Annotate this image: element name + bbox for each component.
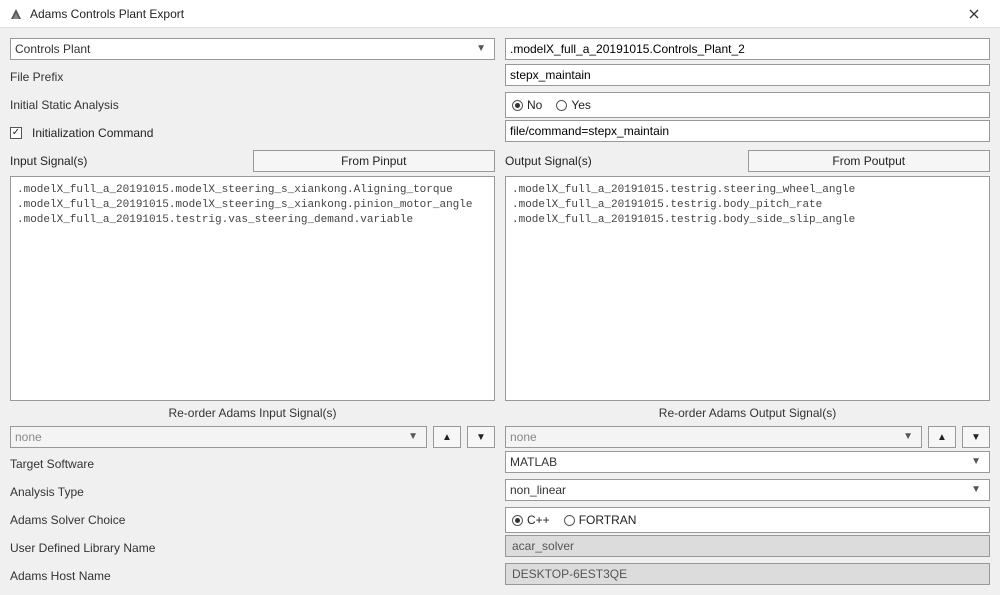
analysis-type-select[interactable]: non_linear ▼: [505, 479, 990, 501]
close-button[interactable]: [956, 2, 992, 26]
reorder-input-select[interactable]: none ▼: [10, 426, 427, 448]
target-software-label: Target Software: [10, 457, 190, 471]
reorder-output-label: Re-order Adams Output Signal(s): [505, 403, 990, 423]
list-item[interactable]: .modelX_full_a_20191015.modelX_steering_…: [17, 183, 488, 198]
list-item[interactable]: .modelX_full_a_20191015.modelX_steering_…: [17, 198, 488, 213]
window-title: Adams Controls Plant Export: [30, 7, 956, 21]
plant-path-input[interactable]: [510, 39, 985, 59]
list-item[interactable]: .modelX_full_a_20191015.testrig.body_sid…: [512, 213, 983, 228]
solver-cpp[interactable]: C++: [512, 513, 550, 527]
window: Adams Controls Plant Export Controls Pla…: [0, 0, 1000, 595]
radio-selected-icon: [512, 100, 523, 111]
radio-selected-icon: [512, 515, 523, 526]
solver-radio-group: C++ FORTRAN: [505, 507, 990, 533]
init-cmd-label: Initialization Command: [32, 126, 153, 140]
triangle-down-icon: ▼: [476, 432, 486, 443]
chevron-down-icon: ▼: [967, 452, 985, 472]
output-signals-label: Output Signal(s): [505, 154, 748, 168]
input-signals-list[interactable]: .modelX_full_a_20191015.modelX_steering_…: [10, 176, 495, 401]
reorder-output-down-button[interactable]: ▼: [962, 426, 990, 448]
chevron-down-icon: ▼: [967, 480, 985, 500]
user-lib-value: acar_solver: [505, 535, 990, 557]
radio-unselected-icon: [556, 100, 567, 111]
init-cmd-box: [505, 120, 990, 142]
input-signals-label: Input Signal(s): [10, 154, 253, 168]
list-item[interactable]: .modelX_full_a_20191015.testrig.body_pit…: [512, 198, 983, 213]
init-cmd-input[interactable]: [510, 121, 985, 141]
host-name-value: DESKTOP-6EST3QE: [505, 563, 990, 585]
list-item[interactable]: .modelX_full_a_20191015.testrig.vas_stee…: [17, 213, 488, 228]
solver-fortran[interactable]: FORTRAN: [564, 513, 637, 527]
from-pinput-button[interactable]: From Pinput: [253, 150, 496, 172]
file-prefix-label: File Prefix: [10, 70, 190, 84]
initial-static-no[interactable]: No: [512, 98, 542, 112]
titlebar: Adams Controls Plant Export: [0, 0, 1000, 28]
list-item[interactable]: .modelX_full_a_20191015.testrig.steering…: [512, 183, 983, 198]
initial-static-radio-group: No Yes: [505, 92, 990, 118]
triangle-up-icon: ▲: [937, 432, 947, 443]
reorder-output-select[interactable]: none ▼: [505, 426, 922, 448]
chevron-down-icon: ▼: [899, 427, 917, 447]
reorder-input-up-button[interactable]: ▲: [433, 426, 461, 448]
triangle-up-icon: ▲: [442, 432, 452, 443]
plant-path-box: [505, 38, 990, 60]
initial-static-label: Initial Static Analysis: [10, 98, 190, 112]
reorder-input-label: Re-order Adams Input Signal(s): [10, 403, 495, 423]
user-lib-label: User Defined Library Name: [10, 541, 190, 555]
analysis-type-label: Analysis Type: [10, 485, 190, 499]
app-icon: [8, 6, 24, 22]
chevron-down-icon: ▼: [472, 39, 490, 59]
from-poutput-button[interactable]: From Poutput: [748, 150, 991, 172]
reorder-output-up-button[interactable]: ▲: [928, 426, 956, 448]
export-type-value: Controls Plant: [15, 39, 90, 59]
radio-unselected-icon: [564, 515, 575, 526]
solver-choice-label: Adams Solver Choice: [10, 513, 190, 527]
export-type-select[interactable]: Controls Plant ▼: [10, 38, 495, 60]
reorder-input-down-button[interactable]: ▼: [467, 426, 495, 448]
file-prefix-box: [505, 64, 990, 86]
chevron-down-icon: ▼: [404, 427, 422, 447]
output-signals-list[interactable]: .modelX_full_a_20191015.testrig.steering…: [505, 176, 990, 401]
target-software-select[interactable]: MATLAB ▼: [505, 451, 990, 473]
init-cmd-checkbox[interactable]: [10, 127, 22, 139]
host-name-label: Adams Host Name: [10, 569, 190, 583]
triangle-down-icon: ▼: [971, 432, 981, 443]
file-prefix-input[interactable]: [510, 65, 985, 85]
initial-static-yes[interactable]: Yes: [556, 98, 591, 112]
